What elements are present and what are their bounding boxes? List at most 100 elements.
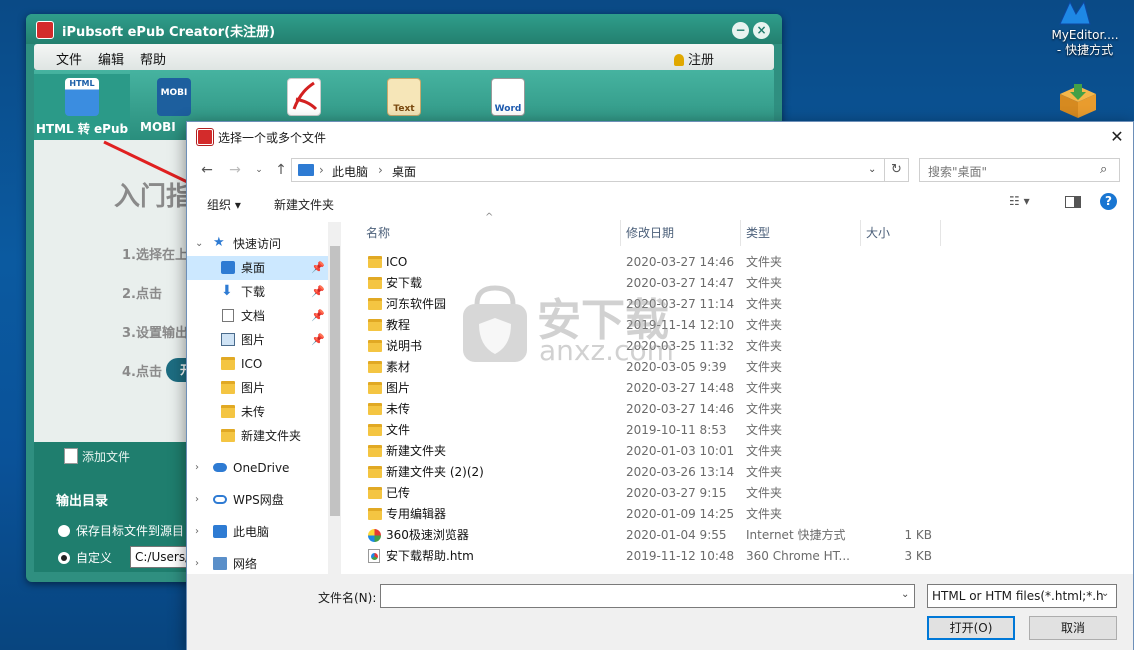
search-placeholder: 搜索"桌面" [928,165,988,179]
file-name: 素材 [386,360,411,374]
nav-desktop[interactable]: 桌面 📌 [187,256,328,280]
dialog-bottom-panel: 文件名(N): ⌄ HTML or HTM files(*.html;*.h ⌄… [187,574,1133,650]
nav-label: 文档 [241,309,266,323]
file-date: 2020-03-27 14:48 [626,381,735,395]
pictures-icon [221,333,235,346]
file-row[interactable]: 新建文件夹 2020-01-03 10:01 文件夹 [362,441,1112,462]
desktop-icon-package[interactable] [1056,80,1100,120]
file-name: 新建文件夹 (2)(2) [386,465,484,479]
dialog-close-button[interactable]: ✕ [1105,126,1129,148]
nav-documents[interactable]: 文档 📌 [187,304,328,328]
file-name: 说明书 [386,339,423,353]
folder-icon [221,405,235,418]
menu-edit[interactable]: 编辑 [98,49,124,68]
file-row[interactable]: 未传 2020-03-27 14:46 文件夹 [362,399,1112,420]
column-header-type[interactable]: 类型 [746,224,770,250]
register-button[interactable]: 注册 [674,49,714,68]
menu-help[interactable]: 帮助 [140,49,166,68]
new-folder-button[interactable]: 新建文件夹 [274,196,334,213]
file-name: 安下载 [386,276,423,290]
file-row[interactable]: 图片 2020-03-27 14:48 文件夹 [362,378,1112,399]
desktop-icon-myeditor[interactable]: MyEditor.... - 快捷方式 [1040,0,1130,64]
forward-button[interactable]: → [225,160,245,180]
radio-selected-icon [58,552,70,564]
pdf-icon [287,78,321,116]
search-box[interactable]: 搜索"桌面" ⌕ [919,158,1120,182]
file-type: 文件夹 [746,444,783,458]
organize-button[interactable]: 组织 ▾ [207,196,241,213]
file-row[interactable]: 新建文件夹 (2)(2) 2020-03-26 13:14 文件夹 [362,462,1112,483]
tab-html-to-epub[interactable]: HTML HTML 转 ePub [34,74,130,140]
radio-save-to-source[interactable]: 保存目标文件到源目 [58,522,184,539]
folder-icon [368,319,382,331]
folder-icon [368,277,382,289]
breadcrumb-this-pc[interactable]: 此电脑 [332,163,368,180]
app-minimize-button[interactable]: − [732,22,749,39]
file-name: ICO [386,255,408,269]
file-type: 文件夹 [746,423,783,437]
address-bar[interactable]: › 此电脑 › 桌面 ⌄ [291,158,885,182]
filetype-dropdown-icon[interactable]: ⌄ [1101,588,1109,599]
nav-scrollbar-thumb[interactable] [330,246,340,516]
nav-label: 图片 [241,381,266,395]
nav-folder-pictures[interactable]: 图片 [187,376,328,400]
up-button[interactable]: ↑ [271,160,291,180]
file-size: 1 KB [904,528,932,542]
collapse-chevron-icon: › [195,526,199,537]
file-name: 图片 [386,381,411,395]
file-row[interactable]: 安下载帮助.htm 2019-11-12 10:48 360 Chrome HT..… [362,546,1112,567]
cancel-button[interactable]: 取消 [1029,616,1117,640]
network-icon [213,557,227,570]
tab-html-to-epub-label: HTML 转 ePub [35,122,129,136]
nav-onedrive[interactable]: › OneDrive [187,456,328,480]
recent-locations-button[interactable]: ⌄ [249,160,269,180]
text-icon: Text [387,78,421,116]
nav-label: ICO [241,357,263,371]
output-dir-label: 输出目录 [56,494,109,509]
filetype-select[interactable]: HTML or HTM files(*.html;*.h [927,584,1117,608]
view-options-icon[interactable]: ☷ ▾ [1009,194,1030,208]
address-dropdown-icon[interactable]: ⌄ [868,164,876,175]
column-separator [860,220,861,246]
download-arrow-icon: ⬇ [221,283,233,299]
app-menubar: 文件 编辑 帮助 注册 [34,44,774,70]
file-row[interactable]: 已传 2020-03-27 9:15 文件夹 [362,483,1112,504]
filename-input[interactable]: ⌄ [380,584,915,608]
open-button[interactable]: 打开(O) [927,616,1015,640]
add-file-icon [64,448,78,464]
file-row[interactable]: 文件 2019-10-11 8:53 文件夹 [362,420,1112,441]
column-header-name[interactable]: 名称 [366,224,390,250]
back-button[interactable]: ← [197,160,217,180]
file-row[interactable]: ICO 2020-03-27 14:46 文件夹 [362,252,1112,273]
app-close-button[interactable]: × [753,22,770,39]
pin-icon: 📌 [311,261,325,274]
preview-pane-icon[interactable] [1065,196,1081,208]
nav-folder-ico[interactable]: ICO [187,352,328,376]
radio-custom[interactable]: 自定义 [58,549,112,566]
filename-dropdown-icon[interactable]: ⌄ [901,589,909,600]
nav-folder-weichuan[interactable]: 未传 [187,400,328,424]
nav-downloads[interactable]: ⬇ 下载 📌 [187,280,328,304]
app-titlebar: iPubsoft ePub Creator(未注册) − × [26,14,782,44]
column-header-size[interactable]: 大小 [866,224,890,250]
nav-wps[interactable]: › WPS网盘 [187,488,328,512]
nav-quick-access[interactable]: ⌄ ★ 快速访问 [187,232,328,256]
nav-this-pc[interactable]: › 此电脑 [187,520,328,544]
nav-network[interactable]: › 网络 [187,552,328,576]
file-row[interactable]: 360极速浏览器 2020-01-04 9:55 Internet 快捷方式 1 KB [362,525,1112,546]
refresh-button[interactable]: ↻ [885,158,909,182]
help-icon[interactable]: ? [1100,193,1117,210]
file-size: 3 KB [904,549,932,563]
file-date: 2020-01-03 10:01 [626,444,735,458]
file-row[interactable]: 专用编辑器 2020-01-09 14:25 文件夹 [362,504,1112,525]
watermark-text-en: anxz.com [539,334,674,367]
word-icon: Word [491,78,525,116]
file-name: 安下载帮助.htm [386,549,474,563]
breadcrumb-desktop[interactable]: 桌面 [392,163,416,180]
nav-folder-new[interactable]: 新建文件夹 [187,424,328,448]
menu-file[interactable]: 文件 [56,49,82,68]
column-header-date[interactable]: 修改日期 [626,224,674,250]
nav-pictures[interactable]: 图片 📌 [187,328,328,352]
add-file-button[interactable]: 添加文件 [64,448,130,465]
shield-bag-icon [463,285,527,362]
